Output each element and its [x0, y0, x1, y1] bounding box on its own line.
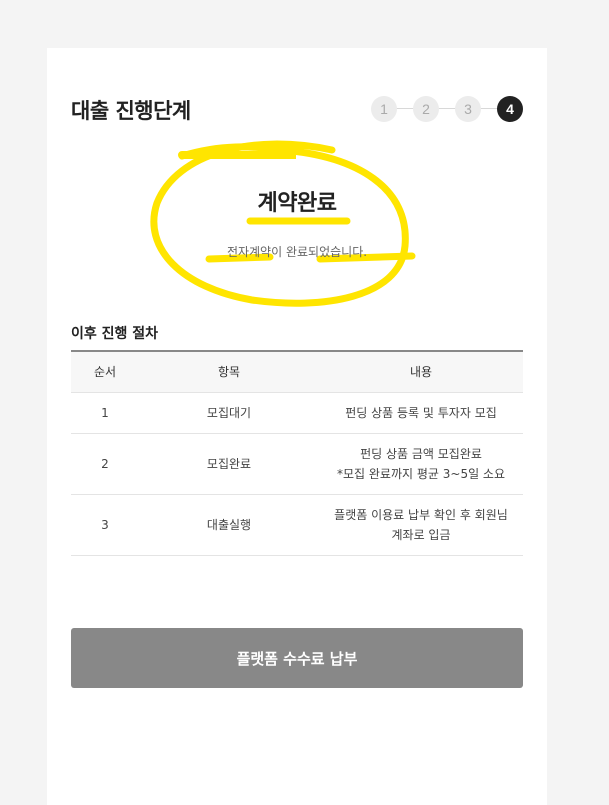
- row-content: 펀딩 상품 등록 및 투자자 모집: [319, 392, 523, 434]
- table-row: 1 모집대기 펀딩 상품 등록 및 투자자 모집: [71, 392, 523, 434]
- step-1: 1: [371, 96, 397, 122]
- pay-platform-fee-button[interactable]: 플랫폼 수수료 납부: [71, 628, 523, 688]
- row-item: 대출실행: [139, 494, 319, 556]
- header-order: 순서: [71, 350, 139, 393]
- progress-stepper: 1 2 3 4: [371, 96, 523, 122]
- procedure-section-title: 이후 진행 절차: [71, 326, 159, 342]
- row-content-line: *모집 완료까지 평균 3~5일 소요: [336, 466, 506, 481]
- table-header-row: 순서 항목 내용: [71, 350, 523, 393]
- content-card: 대출 진행단계 1 2 3 4 계약완료 전자계약이 완료되었습니다. 이후 진…: [47, 48, 547, 805]
- header-item: 항목: [139, 350, 319, 393]
- table-row: 2 모집완료 펀딩 상품 금액 모집완료 *모집 완료까지 평균 3~5일 소요: [71, 433, 523, 495]
- row-content: 플랫폼 이용료 납부 확인 후 회원님 계좌로 입금: [319, 494, 523, 556]
- row-content-line: 플랫폼 이용료 납부 확인 후 회원님: [334, 507, 508, 522]
- step-4-current: 4: [497, 96, 523, 122]
- page-title: 대출 진행단계: [71, 99, 191, 123]
- stepper-line: [383, 108, 511, 109]
- contract-status-title: 계약완료: [257, 191, 337, 216]
- procedure-table: 순서 항목 내용 1 모집대기 펀딩 상품 등록 및 투자자 모집 2 모집완료…: [71, 350, 523, 556]
- row-item: 모집완료: [139, 433, 319, 495]
- row-content-line: 펀딩 상품 등록 및 투자자 모집: [345, 405, 497, 420]
- row-content: 펀딩 상품 금액 모집완료 *모집 완료까지 평균 3~5일 소요: [319, 433, 523, 495]
- step-2: 2: [413, 96, 439, 122]
- row-content-line: 펀딩 상품 금액 모집완료: [360, 446, 482, 461]
- step-3: 3: [455, 96, 481, 122]
- highlight-annotation: [150, 140, 416, 307]
- row-order: 1: [71, 392, 139, 434]
- contract-status-description: 전자계약이 완료되었습니다.: [226, 245, 368, 259]
- table-row: 3 대출실행 플랫폼 이용료 납부 확인 후 회원님 계좌로 입금: [71, 494, 523, 556]
- row-order: 3: [71, 494, 139, 556]
- row-order: 2: [71, 433, 139, 495]
- header-content: 내용: [319, 350, 523, 393]
- row-item: 모집대기: [139, 392, 319, 434]
- row-content-line: 계좌로 입금: [391, 527, 451, 542]
